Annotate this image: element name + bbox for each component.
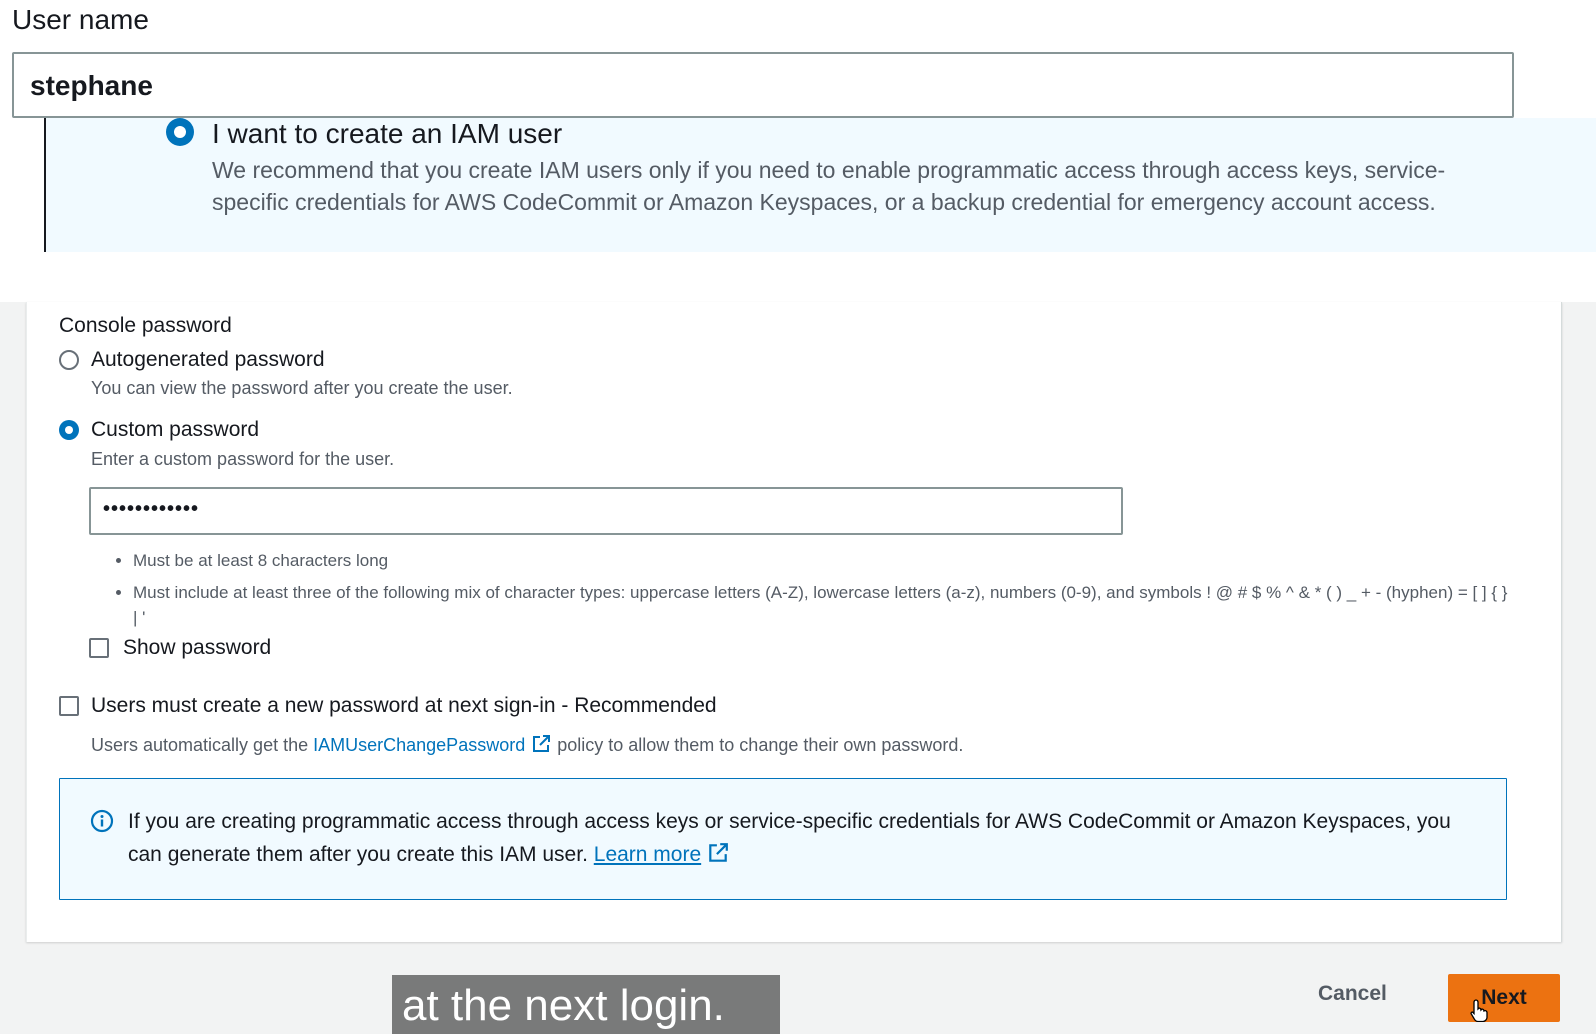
user-name-label: User name [12,4,149,35]
autogenerated-password-radio[interactable] [59,350,79,370]
policy-desc-after: policy to allow them to change their own… [557,735,964,755]
policy-desc-before: Users automatically get the [91,735,309,755]
user-name-input[interactable]: stephane [12,52,1514,118]
custom-password-input[interactable]: •••••••••••• [89,487,1123,535]
cancel-button[interactable]: Cancel [1318,982,1387,1006]
console-password-card: Console password Autogenerated password … [26,302,1562,942]
info-alert-message: If you are creating programmatic access … [128,810,1451,866]
next-button[interactable]: Next [1448,974,1560,1022]
learn-more-link[interactable]: Learn more [594,843,701,866]
require-reset-label[interactable]: Users must create a new password at next… [91,694,717,718]
iam-user-option-title: I want to create an IAM user [212,118,563,149]
iam-user-option-panel[interactable]: I want to create an IAM user We recommen… [44,118,1596,252]
show-password-checkbox[interactable] [89,638,109,658]
video-caption: at the next login. [392,975,780,1034]
custom-password-radio[interactable] [59,420,79,440]
password-rule: Must include at least three of the follo… [133,580,1513,630]
iam-user-radio[interactable] [166,118,194,146]
external-link-icon[interactable] [531,734,551,759]
external-link-icon[interactable] [707,841,729,874]
console-password-label: Console password [59,314,232,337]
require-reset-checkbox[interactable] [59,696,79,716]
show-password-label[interactable]: Show password [123,636,271,660]
iam-user-option-description: We recommend that you create IAM users o… [212,157,1446,215]
info-icon [90,809,114,838]
autogenerated-password-description: You can view the password after you crea… [91,378,513,398]
hand-cursor-icon [1470,998,1488,1027]
custom-password-label[interactable]: Custom password [91,418,259,442]
info-alert: If you are creating programmatic access … [59,778,1507,900]
password-requirements-list: Must be at least 8 characters long Must … [133,548,1513,637]
require-reset-description: Users automatically get the IAMUserChang… [91,734,963,759]
autogenerated-password-label[interactable]: Autogenerated password [91,348,325,372]
info-alert-text: If you are creating programmatic access … [128,805,1488,874]
custom-password-description: Enter a custom password for the user. [91,449,395,469]
iam-user-change-password-link[interactable]: IAMUserChangePassword [313,735,525,755]
password-rule: Must be at least 8 characters long [133,548,1513,573]
